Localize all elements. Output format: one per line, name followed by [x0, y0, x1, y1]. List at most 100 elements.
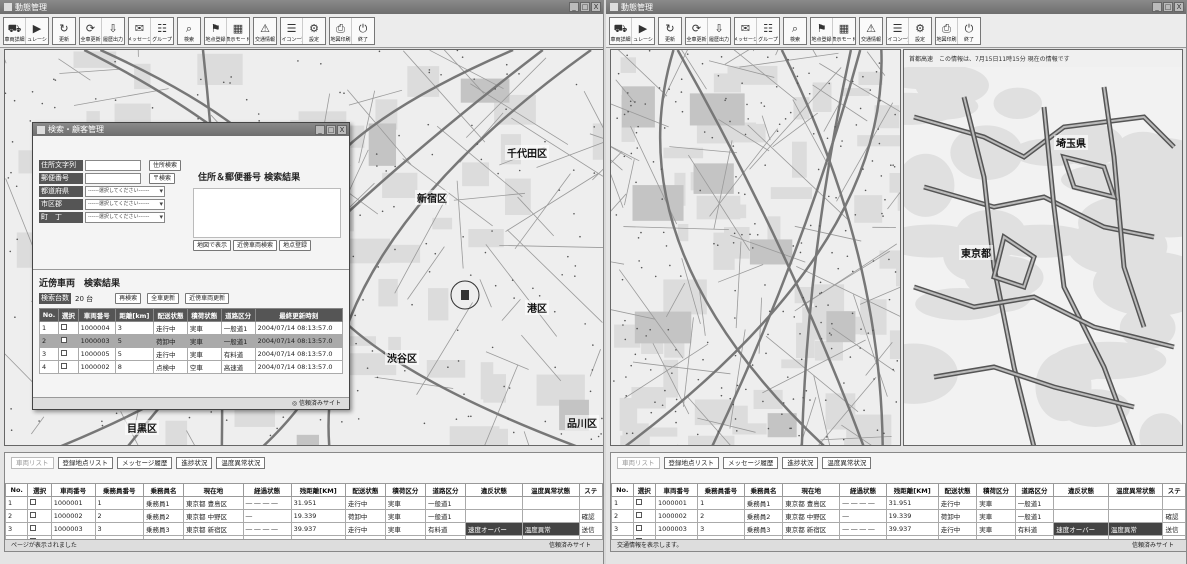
panel-tab[interactable]: 登録地点リスト — [58, 457, 114, 469]
column-header[interactable]: 道路区分 — [425, 484, 465, 497]
column-header[interactable]: 車両番号 — [78, 309, 115, 322]
table-row[interactable]: 3 1000003 3 乗務員3 東京都 新宿区 ― ― ― ― 39.937 走行中 実車 有料… — [6, 523, 603, 536]
table-row[interactable]: 1 1000001 1 乗務員1 東京都 豊島区 ― ― ― ― 31.951 走行中 実車 一般… — [612, 497, 1186, 510]
pin-button[interactable]: ⚑ 地点登録 — [811, 18, 833, 44]
column-header[interactable]: 温度異常状態 — [522, 484, 579, 497]
expressway-map-canvas[interactable] — [904, 67, 1183, 446]
refresh-button[interactable]: ↻ 更新 — [659, 18, 681, 44]
column-header[interactable]: 最終更新時刻 — [255, 309, 342, 322]
select-checkbox[interactable] — [30, 525, 36, 531]
column-header[interactable]: 残距離[KM] — [886, 484, 938, 497]
column-header[interactable]: 配送状態 — [345, 484, 385, 497]
column-header[interactable]: 乗務員名 — [744, 484, 783, 497]
table-row[interactable]: 2 1000003 5 荷卸中 実車 一般道1 2004/07/14 08:13:57.0 — [40, 335, 343, 348]
column-header[interactable]: 道路区分 — [1015, 484, 1054, 497]
column-header[interactable]: 選択 — [633, 484, 655, 497]
column-header[interactable]: ステ — [1163, 484, 1186, 497]
show-on-map-button[interactable]: 地図で表示 — [193, 240, 231, 251]
table-row[interactable]: 3 1000005 5 走行中 実車 有料道 2004/07/14 08:13:57.0 — [40, 348, 343, 361]
update-nearby-button[interactable]: 近傍車両更新 — [185, 293, 229, 304]
table-row[interactable]: 3 1000003 3 乗務員3 東京都 新宿区 ― ― ― ― 39.937 走行中 実車 有料… — [612, 523, 1186, 536]
minimize-button[interactable]: _ — [1152, 2, 1162, 12]
column-header[interactable]: 車両番号 — [51, 484, 95, 497]
maximize-button[interactable]: □ — [1163, 2, 1173, 12]
table-row[interactable]: 1 1000001 1 乗務員1 東京都 豊島区 ― ― ― ― 31.951 走行中 実車 一般… — [6, 497, 603, 510]
export-button[interactable]: ⇩ 履歴出力 — [102, 18, 124, 44]
column-header[interactable]: 乗務員番号 — [698, 484, 745, 497]
column-header[interactable]: 違反状態 — [1054, 484, 1109, 497]
settings-button[interactable]: ⚙ 設定 — [303, 18, 325, 44]
search-button[interactable]: ⌕ 検索 — [784, 18, 806, 44]
column-header[interactable]: 乗務員番号 — [95, 484, 143, 497]
print-button[interactable]: ⎙ 地図印刷 — [330, 18, 352, 44]
column-header[interactable]: No. — [40, 309, 59, 322]
column-header[interactable]: 経過状態 — [840, 484, 886, 497]
traffic-button[interactable]: ⚠ 交通情報 — [254, 18, 276, 44]
register-point-button[interactable]: 地点登録 — [279, 240, 311, 251]
nearby-vehicle-search-button[interactable]: 近傍車両検索 — [233, 240, 277, 251]
traffic-button[interactable]: ⚠ 交通情報 — [860, 18, 882, 44]
select-checkbox[interactable] — [636, 499, 642, 505]
panel-tab[interactable]: 温度異常状況 — [822, 457, 871, 469]
left-title-bar[interactable]: 動態管理 _ □ X — [0, 0, 603, 14]
panel-tab[interactable]: 車両リスト — [617, 457, 660, 469]
postal-input[interactable] — [85, 173, 141, 184]
icon-list-button[interactable]: ☰アイコン一覧 — [887, 18, 909, 44]
column-header[interactable]: 配送状態 — [154, 309, 188, 322]
close-button[interactable]: X — [591, 2, 601, 12]
table-row[interactable]: 4 1000002 8 点検中 空車 高速道 2004/07/14 08:13:57.0 — [40, 361, 343, 374]
postal-search-button[interactable]: 〒検索 — [149, 173, 175, 184]
table-row[interactable]: 1 1000004 3 走行中 実車 一般道1 2004/07/14 08:13:57.0 — [40, 322, 343, 335]
select-checkbox[interactable] — [61, 324, 67, 330]
display-button[interactable]: ▦表示モード — [227, 18, 249, 44]
address-input[interactable] — [85, 160, 141, 171]
exit-button[interactable]: ⏻ 終了 — [958, 18, 980, 44]
panel-tab[interactable]: 車両リスト — [11, 457, 54, 469]
minimize-button[interactable]: _ — [315, 125, 325, 135]
street-map-canvas[interactable] — [611, 50, 901, 446]
table-row[interactable]: 2 1000002 2 乗務員2 東京都 中野区 ― 19.339 荷卸中 実車 一般道1 確認 — [612, 510, 1186, 523]
column-header[interactable]: 道路区分 — [221, 309, 255, 322]
refresh-button[interactable]: ↻ 更新 — [53, 18, 75, 44]
panel-tab[interactable]: 進捗状況 — [176, 457, 212, 469]
address-result-list[interactable] — [193, 188, 341, 238]
column-header[interactable]: 選択 — [28, 484, 51, 497]
column-header[interactable]: 現在地 — [783, 484, 840, 497]
select-checkbox[interactable] — [61, 350, 67, 356]
expressway-traffic-panel[interactable]: 首都高速 この情報は、7月15日11時15分 現在の情報です 埼玉県 東京都 — [903, 49, 1183, 446]
refresh-all-button[interactable]: ⟳ 全車更新 — [80, 18, 102, 44]
display-button[interactable]: ▦表示モード — [833, 18, 855, 44]
panel-tab[interactable]: メッセージ履歴 — [723, 457, 778, 469]
refresh-all-button[interactable]: ⟳ 全車更新 — [686, 18, 708, 44]
panel-tab[interactable]: 温度異常状況 — [216, 457, 265, 469]
select-checkbox[interactable] — [636, 525, 642, 531]
icon-list-button[interactable]: ☰アイコン一覧 — [281, 18, 303, 44]
column-header[interactable]: 積荷区分 — [385, 484, 425, 497]
maximize-button[interactable]: □ — [326, 125, 336, 135]
message-button[interactable]: ✉メッセージ — [735, 18, 757, 44]
city-select[interactable]: ------選択してください------ — [85, 199, 165, 210]
pin-button[interactable]: ⚑ 地点登録 — [205, 18, 227, 44]
truck-button[interactable]: ⛟ 車両詳細 — [4, 18, 26, 44]
panel-tab[interactable]: 登録地点リスト — [664, 457, 720, 469]
simulation-button[interactable]: ▶シミュレーション — [632, 18, 654, 44]
column-header[interactable]: 残距離[KM] — [291, 484, 345, 497]
minimize-button[interactable]: _ — [569, 2, 579, 12]
maximize-button[interactable]: □ — [580, 2, 590, 12]
panel-tab[interactable]: 進捗状況 — [782, 457, 818, 469]
column-header[interactable]: 車両番号 — [655, 484, 697, 497]
exit-button[interactable]: ⏻ 終了 — [352, 18, 374, 44]
column-header[interactable]: No. — [612, 484, 634, 497]
table-row[interactable]: 2 1000002 2 乗務員2 東京都 中野区 ― 19.339 荷卸中 実車 一般道1 確認 — [6, 510, 603, 523]
export-button[interactable]: ⇩ 履歴出力 — [708, 18, 730, 44]
column-header[interactable]: 温度異常状態 — [1108, 484, 1163, 497]
print-button[interactable]: ⎙ 地図印刷 — [936, 18, 958, 44]
research-button[interactable]: 再検索 — [115, 293, 141, 304]
select-checkbox[interactable] — [30, 512, 36, 518]
select-checkbox[interactable] — [61, 337, 67, 343]
group-button[interactable]: ☷ グループ — [757, 18, 779, 44]
prefecture-select[interactable]: ------選択してください------ — [85, 186, 165, 197]
search-button[interactable]: ⌕ 検索 — [178, 18, 200, 44]
right-title-bar[interactable]: 動態管理 _ □ X — [606, 0, 1186, 14]
town-select[interactable]: ------選択してください------ — [85, 212, 165, 223]
